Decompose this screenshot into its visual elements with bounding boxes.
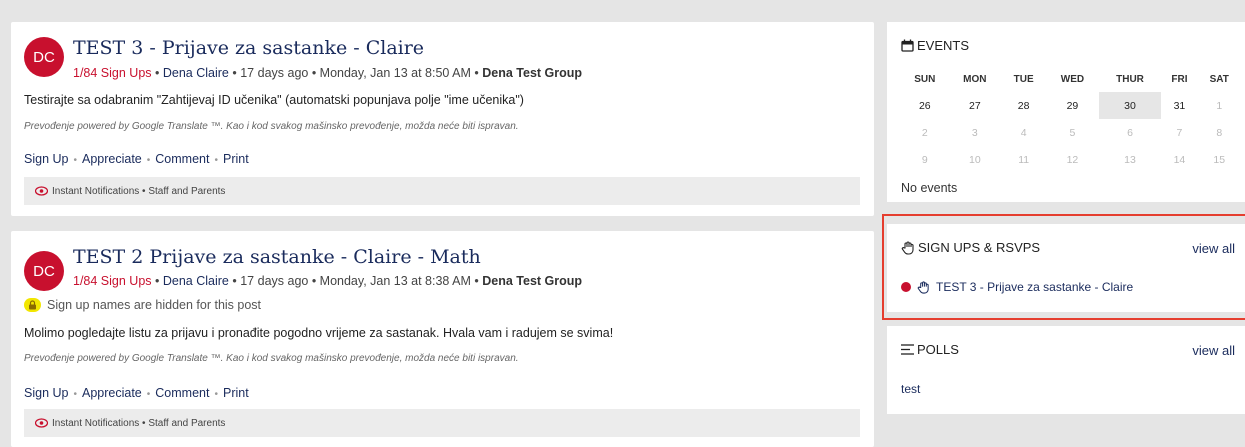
comment-button[interactable]: Comment	[155, 386, 209, 400]
weekday-label: THUR	[1116, 73, 1144, 85]
polls-view-all-link[interactable]: view all	[1192, 343, 1235, 358]
calendar-day[interactable]: 9	[901, 146, 949, 173]
translate-notice: Prevođenje powered by Google Translate ™…	[24, 121, 519, 132]
print-button[interactable]: Print	[223, 152, 249, 166]
calendar-icon	[901, 39, 914, 52]
calendar-day[interactable]: 12	[1046, 146, 1099, 173]
group-name[interactable]: Dena Test Group	[482, 274, 582, 288]
appreciate-button[interactable]: Appreciate	[82, 152, 142, 166]
signup-count-link[interactable]: 1/84 Sign Ups	[73, 274, 152, 288]
action-separator: •	[214, 155, 218, 166]
calendar-day[interactable]: 26	[901, 92, 949, 119]
calendar-day[interactable]: 29	[1046, 92, 1099, 119]
polls-card: POLLS view all test	[887, 326, 1245, 414]
post-body: Molimo pogledajte listu za prijavu i pro…	[24, 326, 614, 340]
meta-separator: •	[155, 274, 163, 288]
action-separator: •	[146, 389, 151, 400]
calendar-day[interactable]: 11	[1001, 146, 1046, 173]
post-title[interactable]: TEST 3 - Prijave za sastanke - Claire	[73, 37, 424, 59]
calendar-day[interactable]: 2	[901, 119, 949, 146]
calendar-day[interactable]: 27	[949, 92, 1002, 119]
weekday-label: SAT	[1209, 73, 1229, 85]
list-icon	[901, 344, 914, 355]
weekday-label: WED	[1060, 73, 1085, 85]
appreciate-button[interactable]: Appreciate	[82, 386, 142, 400]
calendar-day[interactable]: 6	[1099, 119, 1162, 146]
post-actions: Sign Up • Appreciate • Comment • Print	[24, 386, 249, 400]
calendar-day[interactable]: 28	[1001, 92, 1046, 119]
calendar-day[interactable]: 7	[1161, 119, 1197, 146]
post-date: 17 days ago • Monday, Jan 13 at 8:38 AM	[240, 274, 471, 288]
author-link[interactable]: Dena Claire	[163, 274, 229, 288]
calendar-day[interactable]: 3	[949, 119, 1002, 146]
notification-text: Instant Notifications • Staff and Parent…	[52, 417, 226, 429]
mini-calendar: SUN MON TUE WED THUR FRI SAT 26 27 28 29…	[901, 66, 1241, 173]
calendar-day-today[interactable]: 30	[1098, 92, 1162, 119]
action-separator: •	[73, 389, 77, 400]
lock-icon	[24, 298, 41, 312]
calendar-day[interactable]: 31	[1161, 92, 1197, 119]
translate-notice: Prevođenje powered by Google Translate ™…	[24, 353, 519, 364]
author-link[interactable]: Dena Claire	[163, 66, 229, 80]
post-title[interactable]: TEST 2 Prijave za sastanke - Claire - Ma…	[73, 246, 481, 268]
calendar-day[interactable]: 14	[1161, 146, 1197, 173]
avatar[interactable]: DC	[24, 37, 64, 77]
calendar-week-row: 26 27 28 29 30 31 1	[901, 92, 1241, 119]
weekday-label: SUN	[914, 73, 936, 85]
notification-text: Instant Notifications • Staff and Parent…	[52, 185, 226, 197]
no-events-text: No events	[901, 181, 958, 195]
post-meta: 1/84 Sign Ups • Dena Claire • 17 days ag…	[73, 274, 582, 288]
calendar-weekday-row: SUN MON TUE WED THUR FRI SAT	[901, 66, 1241, 92]
weekday-label: MON	[963, 73, 987, 85]
calendar-week-row: 2 3 4 5 6 7 8	[901, 119, 1241, 146]
post-body: Testirajte sa odabranim "Zahtijevaj ID u…	[24, 93, 524, 107]
sign-up-button[interactable]: Sign Up	[24, 386, 68, 400]
group-name[interactable]: Dena Test Group	[482, 66, 582, 80]
calendar-day[interactable]: 5	[1046, 119, 1099, 146]
events-header: EVENTS	[901, 38, 969, 53]
post-card: DC TEST 3 - Prijave za sastanke - Claire…	[11, 22, 874, 216]
eye-icon	[35, 418, 48, 428]
calendar-day[interactable]: 1	[1198, 92, 1241, 119]
action-separator: •	[73, 155, 77, 166]
weekday-label: FRI	[1171, 73, 1188, 85]
action-separator: •	[214, 389, 218, 400]
sign-up-button[interactable]: Sign Up	[24, 152, 68, 166]
hidden-names-text: Sign up names are hidden for this post	[47, 298, 262, 312]
eye-icon	[35, 186, 48, 196]
highlight-box	[882, 214, 1245, 320]
calendar-day[interactable]: 10	[949, 146, 1002, 173]
poll-list-item[interactable]: test	[901, 382, 920, 396]
action-separator: •	[146, 155, 151, 166]
calendar-day[interactable]: 4	[1001, 119, 1046, 146]
hidden-names-note: Sign up names are hidden for this post	[24, 298, 261, 312]
calendar-day[interactable]: 13	[1099, 146, 1162, 173]
avatar[interactable]: DC	[24, 251, 64, 291]
events-title: EVENTS	[917, 38, 970, 53]
notification-bar: Instant Notifications • Staff and Parent…	[24, 409, 860, 437]
polls-title: POLLS	[917, 342, 959, 357]
calendar-day[interactable]: 15	[1198, 146, 1241, 173]
post-actions: Sign Up • Appreciate • Comment • Print	[24, 152, 249, 166]
notification-bar: Instant Notifications • Staff and Parent…	[24, 177, 860, 205]
polls-header: POLLS	[901, 342, 959, 357]
calendar-week-row: 9 10 11 12 13 14 15	[901, 146, 1241, 173]
events-card: EVENTS SUN MON TUE WED THUR FRI SAT 26 2…	[887, 22, 1245, 202]
print-button[interactable]: Print	[223, 386, 249, 400]
post-card: DC TEST 2 Prijave za sastanke - Claire -…	[11, 231, 874, 447]
weekday-label: TUE	[1013, 73, 1034, 85]
calendar-day[interactable]: 8	[1198, 119, 1241, 146]
signup-count-link[interactable]: 1/84 Sign Ups	[73, 66, 152, 80]
post-meta: 1/84 Sign Ups • Dena Claire • 17 days ag…	[73, 66, 582, 80]
post-date: 17 days ago • Monday, Jan 13 at 8:50 AM	[240, 66, 471, 80]
comment-button[interactable]: Comment	[155, 152, 209, 166]
meta-separator: •	[155, 66, 163, 80]
